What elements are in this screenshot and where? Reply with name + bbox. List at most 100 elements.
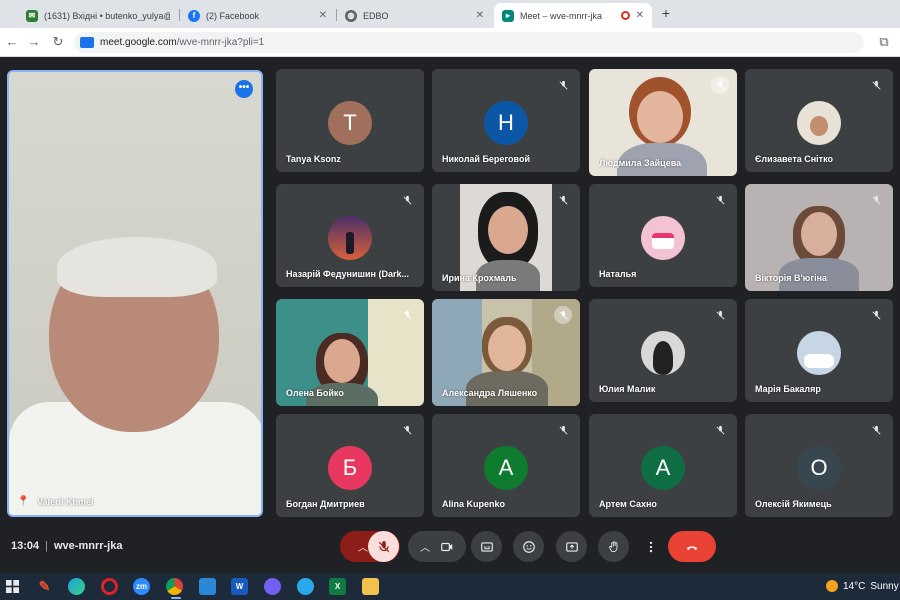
participant-video-tile[interactable]: Людмила Зайцева [589,69,737,176]
participant-name: Назарій Федунишин (Dark... [286,269,409,279]
participant-name: Ирина Крохмаль [442,273,517,283]
site-camera-icon[interactable] [80,37,94,48]
participant-tile[interactable]: T Tanya Ksonz [276,69,424,172]
avatar: A [641,446,685,490]
back-icon[interactable]: ← [4,34,20,50]
present-icon [565,541,578,552]
weather-temp: 14°C [843,580,866,592]
chevron-up-icon[interactable]: ︿ [358,539,368,554]
participant-tile[interactable]: Назарій Федунишин (Dark... [276,184,424,287]
participant-name: Вікторія В'югіна [755,273,828,283]
participant-tile[interactable]: Марія Бакаляр [745,299,893,402]
tab-title: Meet – wve-mnrr-jka [520,10,603,21]
address-bar[interactable]: meet.google.com/wve-mnrr-jka?pli=1 [74,32,864,53]
mic-off-icon [867,76,885,94]
browser-toolbar: ← → ↻ meet.google.com/wve-mnrr-jka?pli=1… [0,28,900,57]
folder-icon[interactable] [362,578,379,595]
leave-call-button[interactable] [668,531,716,562]
captions-button[interactable] [471,531,502,562]
windows-icon[interactable] [4,578,21,595]
avatar: A [484,446,528,490]
zoom-icon[interactable]: zm [133,578,150,595]
participant-tile[interactable]: A Alina Kupenko [432,414,580,517]
opera-icon[interactable] [101,578,118,595]
mic-off-icon [398,421,416,439]
avatar-photo [641,216,685,260]
participant-name: Юлия Малик [599,384,656,394]
paint-icon[interactable]: ✎ [36,578,53,595]
viber-icon[interactable] [264,578,281,595]
edge-icon[interactable] [68,578,85,595]
camera-button[interactable]: ︿ [408,531,466,562]
open-external-icon[interactable]: ⧉ [876,34,892,50]
participant-name: Людмила Зайцева [599,158,682,168]
reactions-button[interactable] [513,531,544,562]
avatar-photo [797,101,841,145]
more-options-icon [649,541,653,552]
avatar: T [328,101,372,145]
tab-meet[interactable]: ▸ Meet – wve-mnrr-jka ✕ [494,3,652,28]
sun-icon [826,580,838,592]
close-tab-icon[interactable]: ✕ [636,10,644,21]
video-person-face [488,325,526,371]
video-person-face [801,212,837,256]
tab-mail[interactable]: ✉ (1631) Вхідні • butenko_yulya@ [18,3,178,28]
video-person-face [324,339,360,383]
mic-off-icon [711,76,729,94]
telegram-icon[interactable] [297,578,314,595]
participant-tile[interactable]: Н Николай Береговой [432,69,580,172]
avatar-photo [797,331,841,375]
reload-icon[interactable]: ↻ [50,34,66,50]
mic-off-icon [554,76,572,94]
video-person-hair [57,237,217,297]
participant-tile[interactable]: Юлия Малик [589,299,737,402]
weather-widget[interactable]: 14°C Sunny [826,580,899,592]
pin-icon[interactable]: 📍 [17,496,29,507]
participant-video-tile[interactable]: Вікторія В'югіна [745,184,893,291]
store-icon[interactable] [199,578,216,595]
participant-tile[interactable]: Наталья [589,184,737,287]
participant-video-tile[interactable]: Ирина Крохмаль [432,184,580,291]
participant-name: Tanya Ksonz [286,154,341,164]
mic-off-icon [711,191,729,209]
close-tab-icon[interactable]: ✕ [319,10,327,21]
meeting-info: 13:04 | wve-mnrr-jka [11,540,123,552]
excel-icon[interactable]: X [329,578,346,595]
more-options-button[interactable] [641,531,661,562]
participant-tile[interactable]: O Олексій Якимець [745,414,893,517]
mic-off-icon [867,191,885,209]
mic-off-icon[interactable] [368,531,399,562]
tab-edbo[interactable]: ◍ EDBO ✕ [337,3,492,28]
self-video-tile[interactable]: ••• 📍 Valerii Khmel [7,70,263,517]
camera-icon [441,542,453,551]
globe-icon: ◍ [345,9,357,22]
browser-tab-bar: ✉ (1631) Вхідні • butenko_yulya@ f (2) F… [0,0,900,28]
mic-off-icon [711,306,729,324]
participant-tile[interactable]: A Артем Сахно [589,414,737,517]
recording-icon [620,11,630,20]
participant-name: Олена Бойко [286,388,344,398]
more-options-icon[interactable]: ••• [235,80,253,98]
close-tab-icon[interactable]: ✕ [476,10,484,21]
tab-facebook[interactable]: f (2) Facebook ✕ [180,3,335,28]
avatar: O [797,446,841,490]
mic-off-icon [554,191,572,209]
forward-icon[interactable]: → [26,34,42,50]
participant-video-tile[interactable]: Александра Ляшенко [432,299,580,406]
participant-tile[interactable]: Єлизавета Снітко [745,69,893,172]
present-button[interactable] [556,531,587,562]
video-person-face [637,91,683,143]
mail-icon: ✉ [26,9,38,22]
windows-taskbar: ✎ zm W X 14°C Sunny [0,573,900,600]
mic-off-icon [554,421,572,439]
chevron-up-icon[interactable]: ︿ [420,539,430,554]
mic-off-icon [711,421,729,439]
participant-tile[interactable]: Б Богдан Дмитриев [276,414,424,517]
new-tab-button[interactable]: + [658,5,674,21]
avatar: Н [484,101,528,145]
mic-off-icon [554,306,572,324]
word-icon[interactable]: W [231,578,248,595]
participant-video-tile[interactable]: Олена Бойко [276,299,424,406]
chrome-icon[interactable] [166,578,183,595]
raise-hand-button[interactable] [598,531,629,562]
